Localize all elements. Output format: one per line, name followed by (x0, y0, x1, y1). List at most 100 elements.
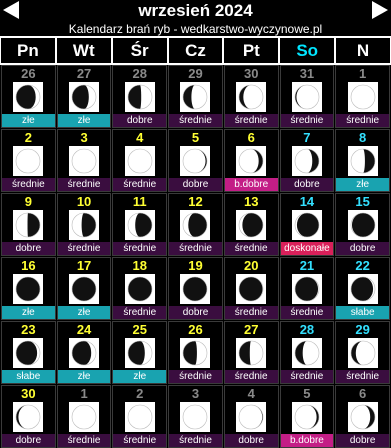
fishing-rating-label: słabe (336, 306, 389, 319)
weekday-monday: Pn (1, 38, 55, 63)
calendar-day-cell[interactable]: 23 słabe (1, 321, 56, 384)
day-number: 26 (188, 322, 203, 337)
calendar-day-cell[interactable]: 27 średnie (223, 321, 279, 384)
fishing-rating-label: dobre (2, 434, 55, 447)
moon-phase-icon (124, 274, 155, 304)
moon-phase-icon (236, 82, 267, 112)
fishing-rating-label: średnie (224, 242, 278, 255)
day-number: 22 (355, 258, 370, 273)
moon-phase-icon (180, 402, 211, 432)
calendar-day-cell[interactable]: 6 dobre (335, 385, 390, 448)
calendar-day-cell[interactable]: 29 średnie (168, 65, 223, 128)
fishing-rating-label: doskonałe (280, 242, 334, 255)
calendar-day-cell[interactable]: 19 dobre (168, 257, 223, 320)
calendar-day-cell[interactable]: 9 dobre (1, 193, 56, 256)
calendar-day-cell[interactable]: 4 średnie (112, 129, 168, 192)
day-number: 2 (136, 386, 144, 401)
day-number: 15 (355, 194, 370, 209)
calendar-day-cell[interactable]: 11 średnie (112, 193, 168, 256)
fishing-rating-label: złe (2, 114, 55, 127)
day-number: 3 (80, 130, 88, 145)
day-number: 17 (76, 258, 92, 273)
moon-phase-icon (69, 146, 100, 176)
calendar-day-cell[interactable]: 27 złe (56, 65, 112, 128)
weekday-header: Pn Wt Śr Cz Pt So N (0, 36, 391, 65)
calendar-day-cell[interactable]: 17 złe (56, 257, 112, 320)
moon-phase-icon (124, 402, 155, 432)
day-number: 6 (247, 130, 255, 145)
day-number: 30 (243, 66, 259, 81)
fishing-rating-label: średnie (169, 242, 222, 255)
calendar-day-cell[interactable]: 31 średnie (279, 65, 335, 128)
calendar-day-cell[interactable]: 12 średnie (168, 193, 223, 256)
fishing-rating-label: b.dobre (224, 178, 278, 191)
calendar-day-cell[interactable]: 2 średnie (112, 385, 168, 448)
day-number: 11 (132, 194, 147, 209)
calendar-day-cell[interactable]: 18 średnie (112, 257, 168, 320)
calendar-day-cell[interactable]: 20 średnie (223, 257, 279, 320)
calendar-day-cell[interactable]: 3 średnie (56, 129, 112, 192)
calendar-day-cell[interactable]: 30 dobre (1, 385, 56, 448)
calendar-day-cell[interactable]: 22 słabe (335, 257, 390, 320)
moon-phase-icon (69, 402, 100, 432)
calendar-day-cell[interactable]: 2 średnie (1, 129, 56, 192)
fishing-rating-label: dobre (113, 114, 167, 127)
fishing-rating-label: średnie (224, 114, 278, 127)
day-number: 28 (132, 66, 148, 81)
calendar-day-cell[interactable]: 15 dobre (335, 193, 390, 256)
calendar-day-cell[interactable]: 4 dobre (223, 385, 279, 448)
fishing-rating-label: złe (2, 306, 55, 319)
day-number: 13 (243, 194, 259, 209)
calendar-day-cell[interactable]: 26 złe (1, 65, 56, 128)
moon-phase-icon (180, 146, 211, 176)
fishing-rating-label: średnie (2, 178, 55, 191)
day-number: 29 (188, 66, 203, 81)
calendar-day-cell[interactable]: 29 średnie (335, 321, 390, 384)
calendar-day-cell[interactable]: 10 średnie (56, 193, 112, 256)
fishing-rating-label: średnie (169, 114, 222, 127)
day-number: 23 (21, 322, 36, 337)
calendar-day-cell[interactable]: 3 średnie (168, 385, 223, 448)
day-number: 24 (76, 322, 92, 337)
calendar-grid: 26 złe 27 złe 28 dobre 29 średnie 30 średnie 31 śre… (0, 65, 391, 448)
fishing-rating-label: dobre (224, 434, 278, 447)
moon-phase-icon (69, 338, 100, 368)
calendar-day-cell[interactable]: 5 b.dobre (279, 385, 335, 448)
calendar-day-cell[interactable]: 25 złe (112, 321, 168, 384)
day-number: 5 (191, 130, 200, 145)
calendar-day-cell[interactable]: 16 złe (1, 257, 56, 320)
calendar-day-cell[interactable]: 7 dobre (279, 129, 335, 192)
moon-phase-icon (124, 338, 155, 368)
fishing-rating-label: średnie (113, 306, 167, 319)
moon-phase-icon (236, 338, 267, 368)
day-number: 10 (76, 194, 92, 209)
day-number: 12 (188, 194, 203, 209)
moon-phase-icon (69, 274, 100, 304)
calendar-day-cell[interactable]: 1 średnie (335, 65, 390, 128)
calendar-day-cell[interactable]: 26 średnie (168, 321, 223, 384)
day-number: 16 (21, 258, 36, 273)
calendar-day-cell[interactable]: 28 dobre (112, 65, 168, 128)
calendar-day-cell[interactable]: 13 średnie (223, 193, 279, 256)
fishing-rating-label: średnie (113, 178, 167, 191)
calendar-day-cell[interactable]: 14 doskonałe (279, 193, 335, 256)
fishing-rating-label: średnie (224, 370, 278, 383)
calendar-day-cell[interactable]: 28 średnie (279, 321, 335, 384)
calendar-day-cell[interactable]: 1 średnie (56, 385, 112, 448)
calendar-day-cell[interactable]: 5 dobre (168, 129, 223, 192)
fishing-rating-label: średnie (280, 114, 334, 127)
fishing-rating-label: dobre (336, 242, 389, 255)
day-number: 1 (80, 386, 88, 401)
calendar-day-cell[interactable]: 6 b.dobre (223, 129, 279, 192)
calendar-day-cell[interactable]: 8 złe (335, 129, 390, 192)
fishing-rating-label: złe (57, 114, 111, 127)
moon-phase-icon (347, 402, 378, 432)
moon-phase-icon (347, 146, 378, 176)
calendar-day-cell[interactable]: 24 złe (56, 321, 112, 384)
moon-phase-icon (236, 402, 267, 432)
weekday-saturday: So (280, 38, 335, 63)
calendar-day-cell[interactable]: 21 średnie (279, 257, 335, 320)
day-number: 25 (132, 322, 148, 337)
calendar-day-cell[interactable]: 30 średnie (223, 65, 279, 128)
moon-phase-icon (347, 274, 378, 304)
